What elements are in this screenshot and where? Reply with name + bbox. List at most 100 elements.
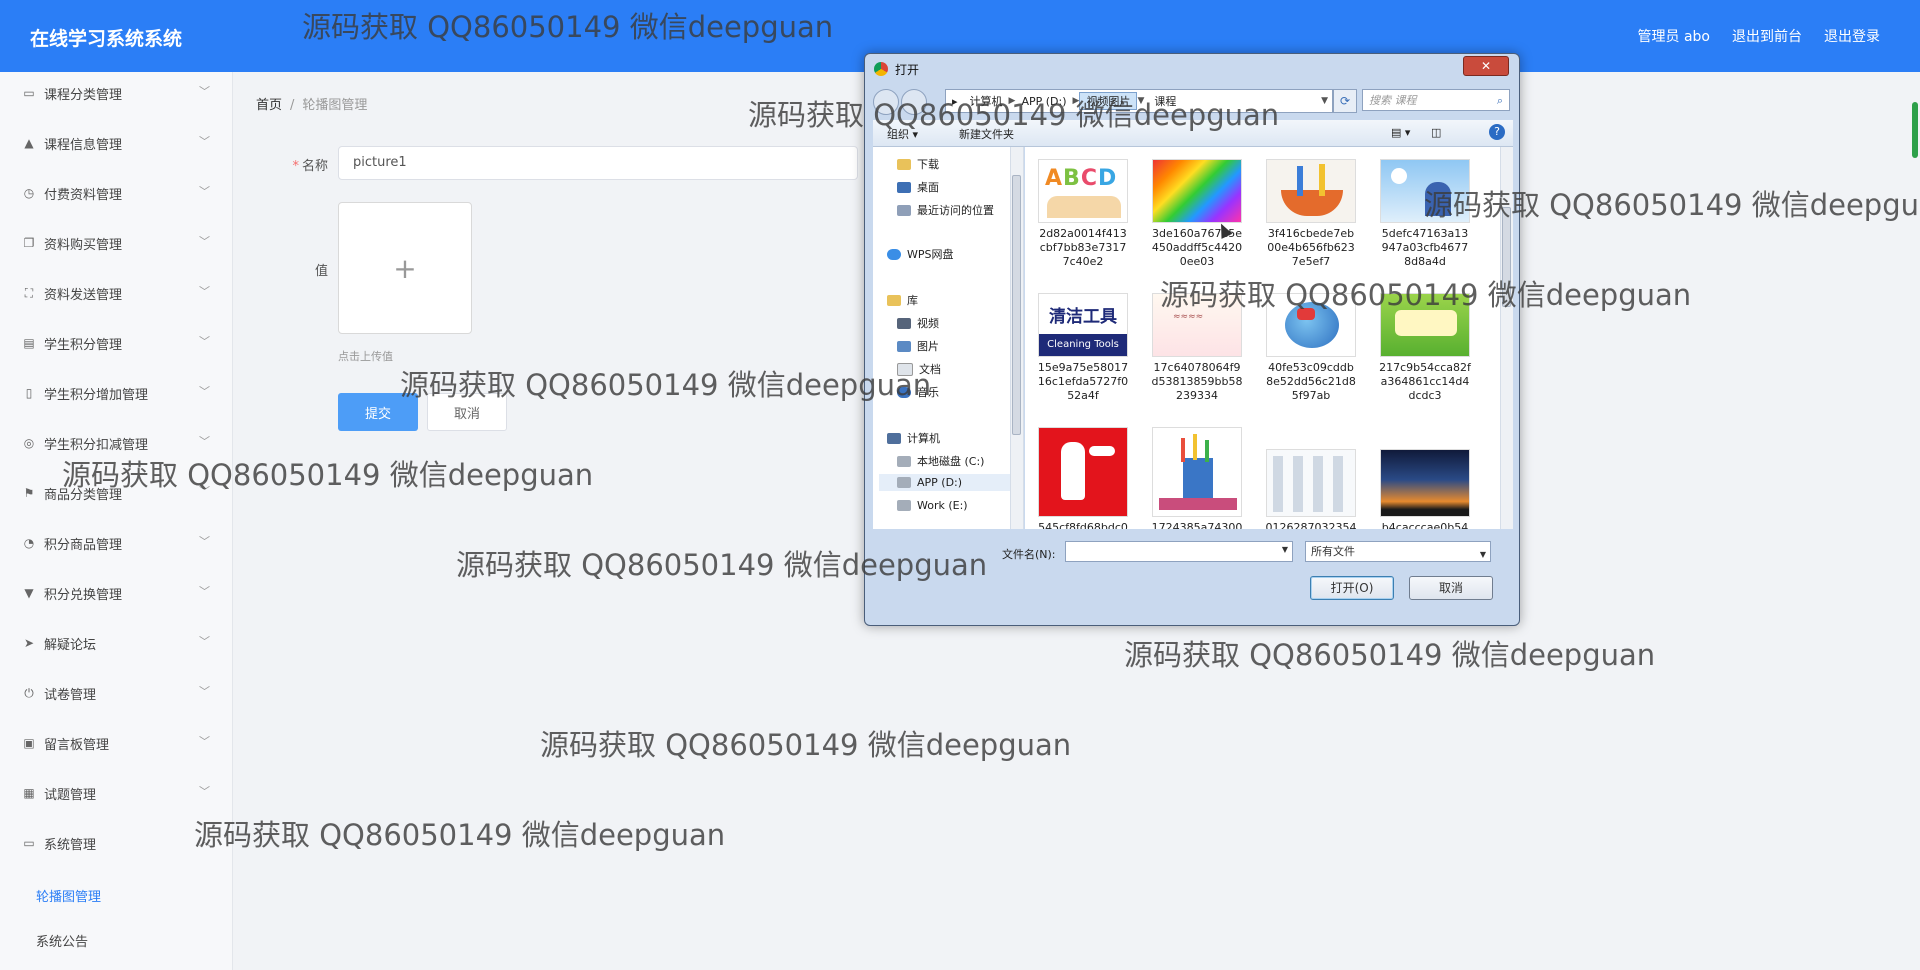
open-button[interactable]: 打开(O) [1310, 576, 1394, 600]
search-input[interactable]: 搜索 课程 ⌕ [1362, 89, 1510, 111]
file-type-select[interactable]: 所有文件 ▼ [1305, 541, 1491, 562]
sidebar-item-message-board[interactable]: ▣ 留言板管理 ﹀ [0, 723, 232, 763]
nav-item-libraries[interactable]: 库 [887, 292, 918, 308]
sidebar-item-forum[interactable]: ➤ 解疑论坛 ﹀ [0, 623, 232, 663]
dialog-title: 打开 [895, 63, 920, 77]
logout-link[interactable]: 退出登录 [1824, 26, 1880, 46]
sidebar-subitem-carousel[interactable]: 轮播图管理 [36, 886, 101, 905]
dropdown-arrow-icon[interactable]: ▼ [1282, 545, 1288, 554]
sidebar-item-label: 资料发送管理 [44, 287, 123, 303]
chevron-down-icon: ﹀ [199, 335, 210, 348]
forward-button[interactable] [901, 89, 927, 115]
file-thumbnail [1152, 427, 1242, 517]
file-item[interactable]: 3f416cbede7eb00e4b656fb6237e5ef7 [1263, 159, 1359, 269]
file-item[interactable]: 清洁工具 Cleaning Tools 15e9a75e5801716c1efd… [1035, 293, 1131, 403]
help-icon[interactable]: ? [1489, 124, 1505, 140]
file-scrollbar-thumb[interactable] [1502, 207, 1511, 307]
organize-menu[interactable]: 组织 ▾ [887, 126, 918, 142]
cancel-button[interactable]: 取消 [427, 393, 507, 431]
view-options-icon[interactable]: ▤ ▾ [1391, 126, 1410, 139]
nav-item-drive-d[interactable]: APP (D:) [879, 474, 1021, 491]
nav-item-drive-c[interactable]: 本地磁盘 (C:) [897, 453, 984, 469]
file-item[interactable]: b4cacccae0b54 [1377, 449, 1473, 529]
nav-item-computer[interactable]: 计算机 [887, 430, 940, 446]
sidebar-item-course-category[interactable]: ▭ 课程分类管理 ﹀ [0, 73, 232, 113]
address-segment[interactable]: 课程 [1154, 93, 1321, 109]
sidebar-item-label: 课程信息管理 [44, 137, 123, 153]
nav-item-wps-cloud[interactable]: WPS网盘 [887, 246, 954, 262]
nav-item-recent[interactable]: 最近访问的位置 [897, 202, 994, 218]
upload-tip: 点击上传值 [338, 350, 393, 363]
sidebar-item-student-points[interactable]: ▤ 学生积分管理 ﹀ [0, 323, 232, 363]
file-item[interactable]: 3de160a767e5e450addff5c44200ee03 [1149, 159, 1245, 269]
nav-item-desktop[interactable]: 桌面 [897, 179, 939, 195]
file-item[interactable]: 5defc47163a13947a03cfb46778d8a4d [1377, 159, 1473, 269]
file-item[interactable]: 0126287032354 [1263, 449, 1359, 529]
nav-item-drive-e[interactable]: Work (E:) [897, 499, 968, 512]
sidebar-item-points-deduct[interactable]: ◎ 学生积分扣减管理 ﹀ [0, 423, 232, 463]
sidebar-item-paid-material[interactable]: ◷ 付费资料管理 ﹀ [0, 173, 232, 213]
nav-item-pictures[interactable]: 图片 [897, 338, 939, 354]
sidebar: ▭ 课程分类管理 ﹀ ▲ 课程信息管理 ﹀ ◷ 付费资料管理 ﹀ ❐ 资料购买管理 ﹀ ⛶ 资料发… [0, 72, 233, 970]
sidebar-item-points-exchange[interactable]: ▼ 积分兑换管理 ﹀ [0, 573, 232, 613]
back-to-front-link[interactable]: 退出到前台 [1732, 26, 1802, 46]
admin-user-link[interactable]: 管理员 abo [1638, 26, 1710, 46]
sidebar-item-material-purchase[interactable]: ❐ 资料购买管理 ﹀ [0, 223, 232, 263]
file-item[interactable]: 1724385a74300 [1149, 427, 1245, 529]
file-item[interactable]: 217c9b54cca82fa364861cc14d4dcdc3 [1377, 293, 1473, 403]
sidebar-item-points-goods[interactable]: ◔ 积分商品管理 ﹀ [0, 523, 232, 563]
preview-pane-icon[interactable]: ◫ [1431, 126, 1441, 139]
nav-scrollbar[interactable] [1010, 147, 1023, 529]
page-scrollbar-thumb[interactable] [1912, 102, 1918, 158]
sidebar-item-exam-paper[interactable]: ⏻ 试卷管理 ﹀ [0, 673, 232, 713]
chevron-down-icon: ﹀ [199, 485, 210, 498]
abcd-letters: ABCD [1045, 166, 1118, 191]
new-folder-button[interactable]: 新建文件夹 [959, 126, 1014, 142]
address-segment[interactable]: 视频图片 [1079, 92, 1138, 110]
upload-button[interactable]: + [338, 202, 472, 334]
dropdown-arrow-icon[interactable]: ▼ [1321, 96, 1328, 106]
refresh-icon[interactable]: ⟳ [1333, 89, 1357, 113]
chevron-down-icon[interactable]: ▼ [1137, 96, 1144, 106]
page-scrollbar[interactable] [1910, 72, 1920, 970]
thumb-down-icon: ▼ [24, 586, 34, 600]
nav-scrollbar-thumb[interactable] [1012, 175, 1021, 435]
file-thumbnail [1152, 159, 1242, 223]
mic-icon: ▯ [25, 386, 33, 400]
name-input[interactable]: picture1 [338, 146, 858, 180]
sidebar-item-points-increase[interactable]: ▯ 学生积分增加管理 ﹀ [0, 373, 232, 413]
sidebar-subitem-announcement[interactable]: 系统公告 [36, 931, 88, 950]
back-button[interactable] [873, 89, 899, 115]
address-segment[interactable]: APP (D:) [1015, 95, 1072, 108]
file-name: 40fe53c09cddb8e52dd56c21d85f97ab [1266, 361, 1356, 402]
sidebar-item-course-info[interactable]: ▲ 课程信息管理 ﹀ [0, 123, 232, 163]
file-item[interactable]: ≈≈≈≈ 17c64078064f9d53813859bb58239334 [1149, 293, 1245, 403]
header-links: 管理员 abo 退出到前台 退出登录 [1638, 26, 1880, 46]
nav-item-downloads[interactable]: 下载 [897, 156, 939, 172]
sidebar-item-questions[interactable]: ▦ 试题管理 ﹀ [0, 773, 232, 813]
sidebar-item-material-send[interactable]: ⛶ 资料发送管理 ﹀ [0, 273, 232, 313]
file-item[interactable]: 40fe53c09cddb8e52dd56c21d85f97ab [1263, 293, 1359, 403]
nav-label: Work (E:) [917, 499, 968, 512]
file-item[interactable]: ABCD 2d82a0014f413cbf7bb83e73177c40e2 [1035, 159, 1131, 269]
nav-item-videos[interactable]: 视频 [897, 315, 939, 331]
close-button[interactable]: ✕ [1463, 56, 1509, 76]
nav-item-documents[interactable]: 文档 [897, 361, 941, 377]
submit-button[interactable]: 提交 [338, 393, 418, 431]
sidebar-item-system[interactable]: ▭ 系统管理 ︿ [0, 823, 232, 863]
file-scrollbar[interactable] [1500, 147, 1513, 529]
sidebar-item-label: 积分兑换管理 [44, 587, 123, 603]
pictures-icon [897, 340, 911, 352]
compass-icon: ◔ [23, 536, 35, 550]
nav-item-music[interactable]: 音乐 [897, 384, 939, 400]
file-item[interactable]: 545cf8fd68bdc0 [1035, 427, 1131, 529]
send-icon: ➤ [23, 636, 35, 650]
watermark: 源码获取 QQ86050149 微信deepguan [194, 818, 726, 852]
dialog-cancel-button[interactable]: 取消 [1409, 576, 1493, 600]
sidebar-item-goods-category[interactable]: ⚑ 商品分类管理 ﹀ [0, 473, 232, 513]
file-name-input[interactable]: ▼ [1065, 541, 1293, 562]
sidebar-item-label: 系统管理 [44, 837, 97, 853]
address-bar[interactable]: ▸ 计算机 ▶ APP (D:) ▶ 视频图片 ▼ 课程 ▼ [945, 89, 1333, 113]
breadcrumb-home[interactable]: 首页 [256, 98, 282, 113]
address-segment[interactable]: 计算机 [964, 93, 1009, 109]
